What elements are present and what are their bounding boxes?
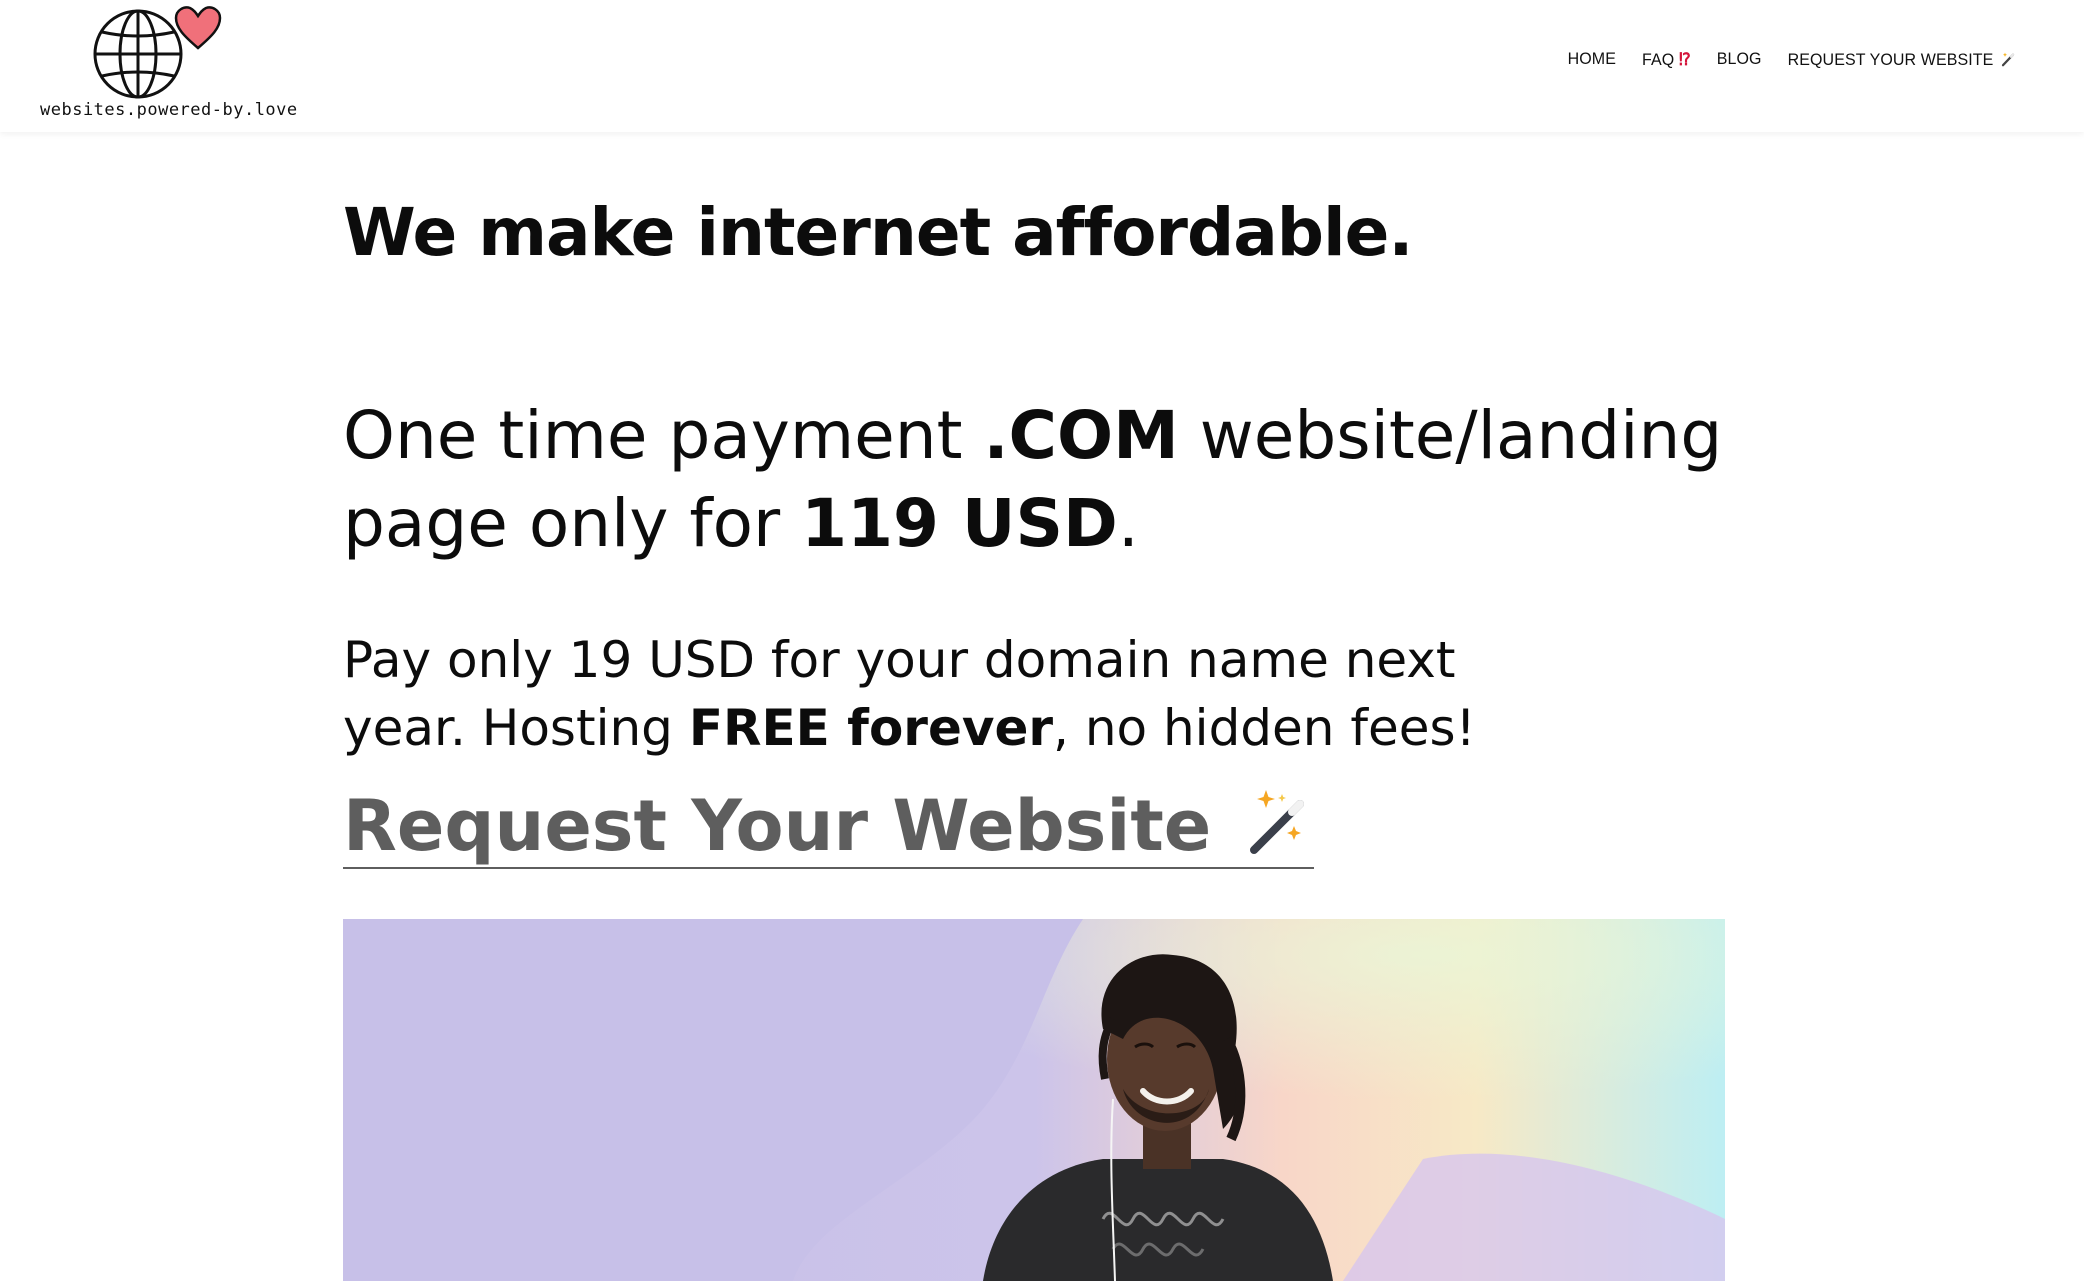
offer-com: .COM [983, 397, 1179, 474]
nav-blog[interactable]: BLOG [1717, 51, 1762, 70]
request-website-label: Request Your Website [343, 785, 1212, 867]
request-website-link[interactable]: Request Your Website [343, 786, 1314, 869]
magic-wand-icon [2001, 52, 2015, 66]
site-header: websites.powered-by.love HOME FAQ ⁉ BLOG… [0, 0, 2084, 132]
site-logo[interactable]: websites.powered-by.love [36, 4, 297, 128]
domain-note-part2: , no hidden fees! [1053, 699, 1476, 757]
globe-heart-icon [93, 6, 222, 99]
hosting-free-forever: FREE forever [688, 699, 1054, 757]
nav-faq-label: FAQ [1642, 51, 1675, 70]
nav-blog-label: BLOG [1716, 50, 1762, 69]
offer-text: One time payment .COM website/landing pa… [343, 392, 1743, 568]
offer-part3: . [1117, 485, 1139, 562]
offer-part1: One time payment [343, 397, 984, 474]
hero-image [343, 919, 1725, 1281]
nav-faq[interactable]: FAQ ⁉ [1642, 50, 1691, 71]
logo-text: websites.powered-by.love [40, 100, 298, 120]
domain-note: Pay only 19 USD for your domain name nex… [343, 626, 1543, 762]
nav-home[interactable]: HOME [1568, 51, 1616, 70]
exclamation-question-icon: ⁉ [1678, 51, 1691, 70]
main-nav: HOME FAQ ⁉ BLOG REQUEST YOUR WEBSITE [1568, 50, 2016, 70]
offer-price: 119 USD [801, 485, 1118, 562]
nav-request-label: REQUEST YOUR WEBSITE [1787, 51, 1994, 69]
page-headline: We make internet affordable. [343, 194, 1413, 271]
smiling-man-photo [343, 919, 1725, 1281]
nav-request-website[interactable]: REQUEST YOUR WEBSITE [1788, 50, 2016, 70]
nav-home-label: HOME [1567, 50, 1616, 69]
magic-wand-icon [1249, 790, 1304, 854]
